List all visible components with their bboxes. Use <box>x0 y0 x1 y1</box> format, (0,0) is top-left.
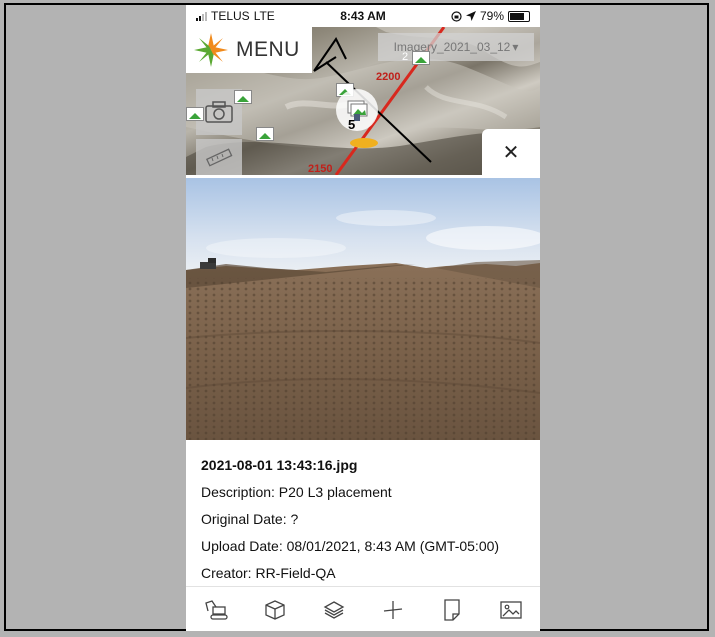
3d-model-button[interactable] <box>260 595 290 625</box>
layers-icon <box>323 600 344 619</box>
app-logo-icon <box>194 33 228 67</box>
bottom-toolbar <box>186 586 540 631</box>
document-icon <box>443 598 460 621</box>
map-view[interactable]: MENU Imagery_2021_03_12 ▾ 2 5 2200 2150 … <box>186 27 540 175</box>
thumbnail-count: 2 <box>402 51 409 63</box>
station-label: 2150 <box>308 163 333 175</box>
cluster-count: 5 <box>348 117 356 132</box>
site-photo[interactable] <box>186 178 540 440</box>
battery-icon <box>508 10 530 22</box>
photo-thumbnail-marker[interactable] <box>186 107 204 121</box>
status-bar: TELUS LTE 8:43 AM 79% <box>186 5 540 27</box>
image-button[interactable] <box>496 595 526 625</box>
battery-percent: 79% <box>479 9 504 23</box>
chevron-down-icon: ▾ <box>512 40 519 54</box>
image-icon <box>499 600 522 619</box>
ruler-icon <box>205 148 233 167</box>
camera-icon <box>205 101 233 123</box>
layers-button[interactable] <box>319 595 349 625</box>
box-3d-icon <box>264 599 285 620</box>
photo-cluster-marker[interactable] <box>336 89 378 131</box>
close-icon: ✕ <box>502 141 520 164</box>
photo-info-panel: 2021-08-01 13:43:16.jpg Description: P20… <box>186 440 540 586</box>
close-button[interactable]: ✕ <box>482 129 540 175</box>
station-label: 2200 <box>376 71 401 83</box>
photo-upload-date: Upload Date: 08/01/2021, 8:43 AM (GMT-05… <box>201 538 500 554</box>
excavator-button[interactable] <box>201 595 231 625</box>
menu-button[interactable]: MENU <box>186 27 312 73</box>
photo-original-date: Original Date: ? <box>201 511 299 527</box>
location-arrow-icon <box>465 11 476 21</box>
document-button[interactable] <box>437 595 467 625</box>
excavator-icon <box>204 599 228 620</box>
photo-thumbnail-marker[interactable] <box>256 127 274 141</box>
photo-thumbnail-marker[interactable] <box>412 51 430 65</box>
status-right: 79% <box>451 9 530 23</box>
photo-filename: 2021-08-01 13:43:16.jpg <box>201 457 358 473</box>
photo-description: Description: P20 L3 placement <box>201 484 392 500</box>
survey-point-icon <box>383 600 402 619</box>
measure-button[interactable] <box>196 139 242 175</box>
survey-point-button[interactable] <box>378 595 408 625</box>
photo-thumbnail-marker[interactable] <box>234 90 252 104</box>
orientation-lock-icon <box>451 10 462 22</box>
phone-screen: TELUS LTE 8:43 AM 79% MENU Imagery_2021_… <box>186 5 540 631</box>
construction-site-photo <box>186 178 540 440</box>
photo-creator: Creator: RR-Field-QA <box>201 565 336 581</box>
menu-label: MENU <box>236 38 300 61</box>
